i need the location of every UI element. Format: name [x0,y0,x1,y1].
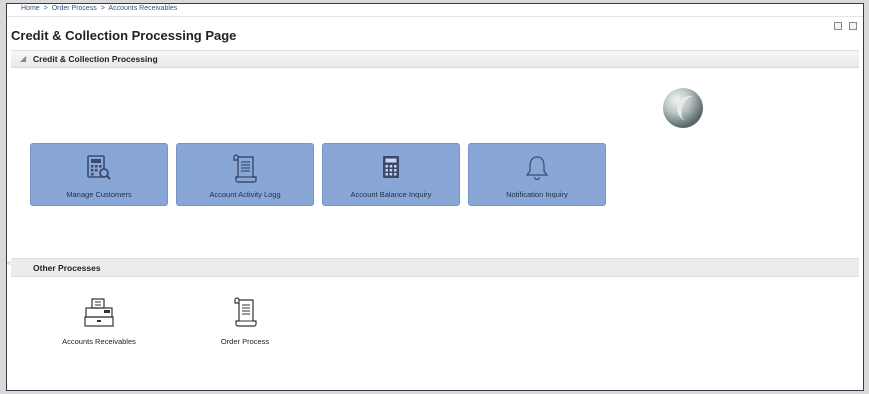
breadcrumb-accounts-receivables[interactable]: Accounts Receivables [108,5,177,12]
breadcrumb: Home > Order Process > Accounts Receivab… [21,4,179,16]
top-divider [7,16,863,17]
calculator-icon [383,156,399,178]
process-label: Accounts Receivables [62,337,136,346]
tile-label: Manage Customers [66,190,132,199]
tile-label: Account Balance Inquiry [350,190,432,199]
restore-icon[interactable] [834,22,842,30]
tile-label: Account Activity Logg [209,190,281,199]
logo-globe-icon [663,88,703,128]
process-label: Order Process [220,337,270,346]
account-balance-inquiry-tile[interactable]: Account Balance Inquiry [322,143,460,206]
maximize-icon[interactable] [849,22,857,30]
accounts-receivables-link[interactable]: Accounts Receivables [39,297,159,346]
tile-label: Notification Inquiry [506,190,568,199]
manage-customers-tile[interactable]: Manage Customers [30,143,168,206]
collapse-triangle-icon[interactable]: ◢ [20,54,26,63]
account-activity-log-tile[interactable]: Account Activity Logg [176,143,314,206]
bell-icon [525,156,549,181]
breadcrumb-separator: > [43,5,48,12]
page-title: Credit & Collection Processing Page [11,28,237,43]
cash-register-icon [84,298,114,327]
section-header-other-processes: Other Processes [11,258,859,277]
section-title: Other Processes [33,263,101,273]
scroll-document-icon [234,297,257,327]
calculator-search-icon [87,155,111,180]
section-header-credit-collection[interactable]: ◢ Credit & Collection Processing [11,50,859,68]
order-process-link[interactable]: Order Process [185,297,305,346]
app-frame: Home > Order Process > Accounts Receivab… [6,3,864,391]
breadcrumb-home[interactable]: Home [21,5,40,12]
breadcrumb-separator: > [100,5,105,12]
window-controls [834,22,857,30]
section-title: Credit & Collection Processing [33,54,158,64]
breadcrumb-order-process[interactable]: Order Process [52,5,97,12]
scroll-document-icon [233,154,257,183]
notification-inquiry-tile[interactable]: Notification Inquiry [468,143,606,206]
